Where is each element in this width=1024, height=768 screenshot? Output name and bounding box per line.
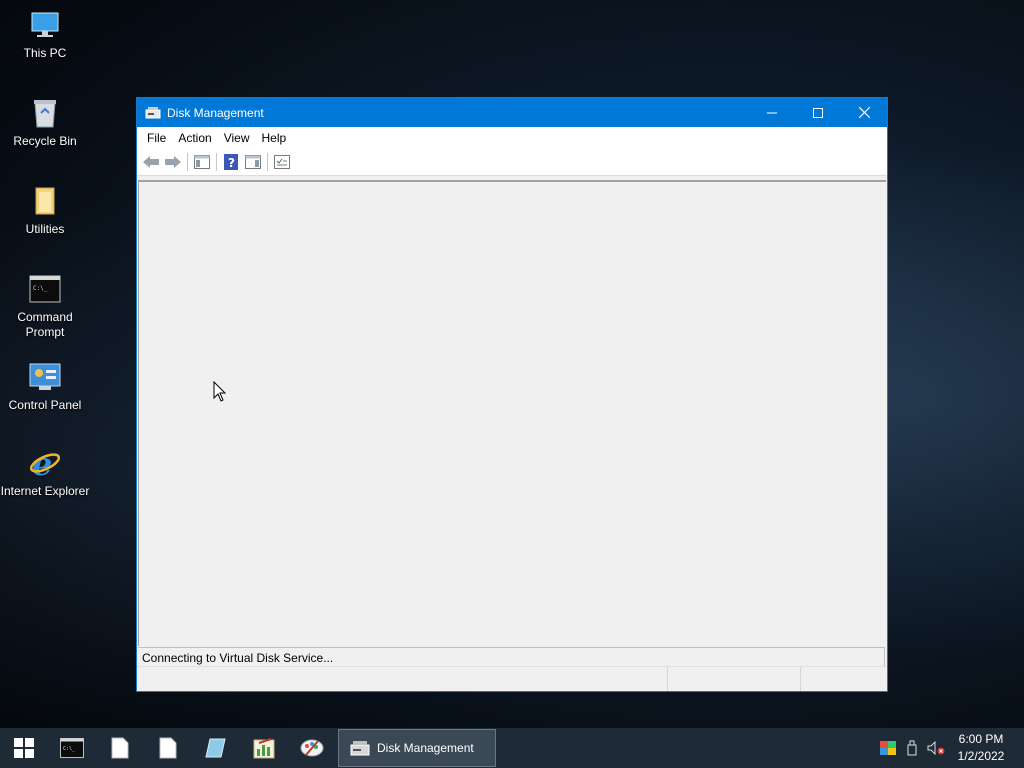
desktop-icon-label: Utilities xyxy=(25,222,65,236)
properties-icon xyxy=(274,155,290,169)
control-panel-icon xyxy=(28,360,62,394)
back-button[interactable] xyxy=(140,151,162,173)
disk-management-window[interactable]: Disk Management File Action View Help ? xyxy=(136,97,888,692)
properties-button[interactable] xyxy=(271,151,293,173)
forward-button[interactable] xyxy=(162,151,184,173)
maximize-icon xyxy=(813,107,823,118)
taskbar-chart-app[interactable] xyxy=(240,728,288,768)
windows-logo-icon xyxy=(14,738,34,758)
document-icon xyxy=(111,737,129,759)
toolbar-separator xyxy=(267,153,268,171)
clock-date: 1/2/2022 xyxy=(957,749,1005,763)
show-hide-action-pane-icon xyxy=(245,155,261,169)
folder-icon xyxy=(28,184,62,218)
usb-tray-icon[interactable] xyxy=(900,728,924,768)
show-hide-tree-button[interactable] xyxy=(191,151,213,173)
command-prompt-icon: C:\_ xyxy=(28,272,62,306)
taskbar-document-1[interactable] xyxy=(96,728,144,768)
taskbar: C:\_ Disk Management 6:00 PM 1/2/2022 xyxy=(0,728,1024,768)
back-icon xyxy=(143,156,159,168)
status-cell xyxy=(137,667,668,691)
disk-management-icon xyxy=(349,737,371,759)
volume-muted-icon[interactable] xyxy=(924,728,948,768)
toolbar-separator xyxy=(187,153,188,171)
menu-action[interactable]: Action xyxy=(172,131,217,145)
taskbar-disk-management-button[interactable]: Disk Management xyxy=(338,729,496,767)
menu-file[interactable]: File xyxy=(141,131,172,145)
help-icon: ? xyxy=(224,154,238,170)
show-hide-action-pane-button[interactable] xyxy=(242,151,264,173)
desktop-icon-recycle-bin[interactable]: Recycle Bin xyxy=(0,96,90,149)
command-prompt-icon: C:\_ xyxy=(60,738,84,758)
menu-bar: File Action View Help xyxy=(137,127,887,149)
show-hide-tree-icon xyxy=(194,155,210,169)
maximize-button[interactable] xyxy=(795,98,841,127)
desktop-icon-internet-explorer[interactable]: e Internet Explorer xyxy=(0,446,90,499)
taskbar-paint[interactable] xyxy=(288,728,336,768)
desktop-icon-label: Command Prompt xyxy=(17,310,73,339)
status-cell xyxy=(668,667,801,691)
minimize-button[interactable] xyxy=(749,98,795,127)
help-button[interactable]: ? xyxy=(220,151,242,173)
menu-view[interactable]: View xyxy=(218,131,256,145)
start-button[interactable] xyxy=(0,728,48,768)
close-button[interactable] xyxy=(841,98,887,127)
document-icon xyxy=(159,737,177,759)
taskbar-task-label: Disk Management xyxy=(377,741,474,755)
title-bar[interactable]: Disk Management xyxy=(137,98,887,127)
color-app-tray-icon[interactable] xyxy=(876,728,900,768)
status-message: Connecting to Virtual Disk Service... xyxy=(138,647,885,667)
desktop-icon-label: Internet Explorer xyxy=(0,484,90,498)
svg-text:C:\_: C:\_ xyxy=(63,746,76,752)
main-content-pane xyxy=(138,180,886,646)
toolbar-separator xyxy=(216,153,217,171)
chart-app-icon xyxy=(253,738,275,759)
internet-explorer-icon: e xyxy=(28,446,62,480)
desktop-icon-label: Control Panel xyxy=(8,398,82,412)
mouse-cursor-icon xyxy=(213,380,227,408)
status-cell xyxy=(801,667,887,691)
taskbar-command-prompt[interactable]: C:\_ xyxy=(48,728,96,768)
svg-text:C:\_: C:\_ xyxy=(33,285,48,292)
recycle-bin-icon xyxy=(28,96,62,130)
paint-icon xyxy=(300,739,324,757)
desktop-icon-label: This PC xyxy=(23,46,67,60)
disk-management-icon xyxy=(145,105,161,121)
desktop-icon-this-pc[interactable]: This PC xyxy=(0,8,90,61)
svg-text:?: ? xyxy=(228,156,235,170)
toolbar: ? xyxy=(137,149,887,176)
taskbar-notepad[interactable] xyxy=(192,728,240,768)
close-icon xyxy=(858,107,870,118)
minimize-icon xyxy=(767,112,777,113)
menu-help[interactable]: Help xyxy=(256,131,293,145)
system-tray: 6:00 PM 1/2/2022 xyxy=(876,728,1024,768)
taskbar-document-2[interactable] xyxy=(144,728,192,768)
desktop-icon-command-prompt[interactable]: C:\_ Command Prompt xyxy=(0,272,90,340)
forward-icon xyxy=(165,156,181,168)
clock[interactable]: 6:00 PM 1/2/2022 xyxy=(948,731,1014,765)
desktop-icon-control-panel[interactable]: Control Panel xyxy=(0,360,90,413)
clock-time: 6:00 PM xyxy=(958,732,1004,746)
desktop-icon-label: Recycle Bin xyxy=(13,134,77,148)
desktop-icon-utilities[interactable]: Utilities xyxy=(0,184,90,237)
window-title: Disk Management xyxy=(167,105,264,120)
notepad-icon xyxy=(205,738,226,758)
status-bar xyxy=(137,666,887,691)
monitor-icon xyxy=(28,8,62,42)
